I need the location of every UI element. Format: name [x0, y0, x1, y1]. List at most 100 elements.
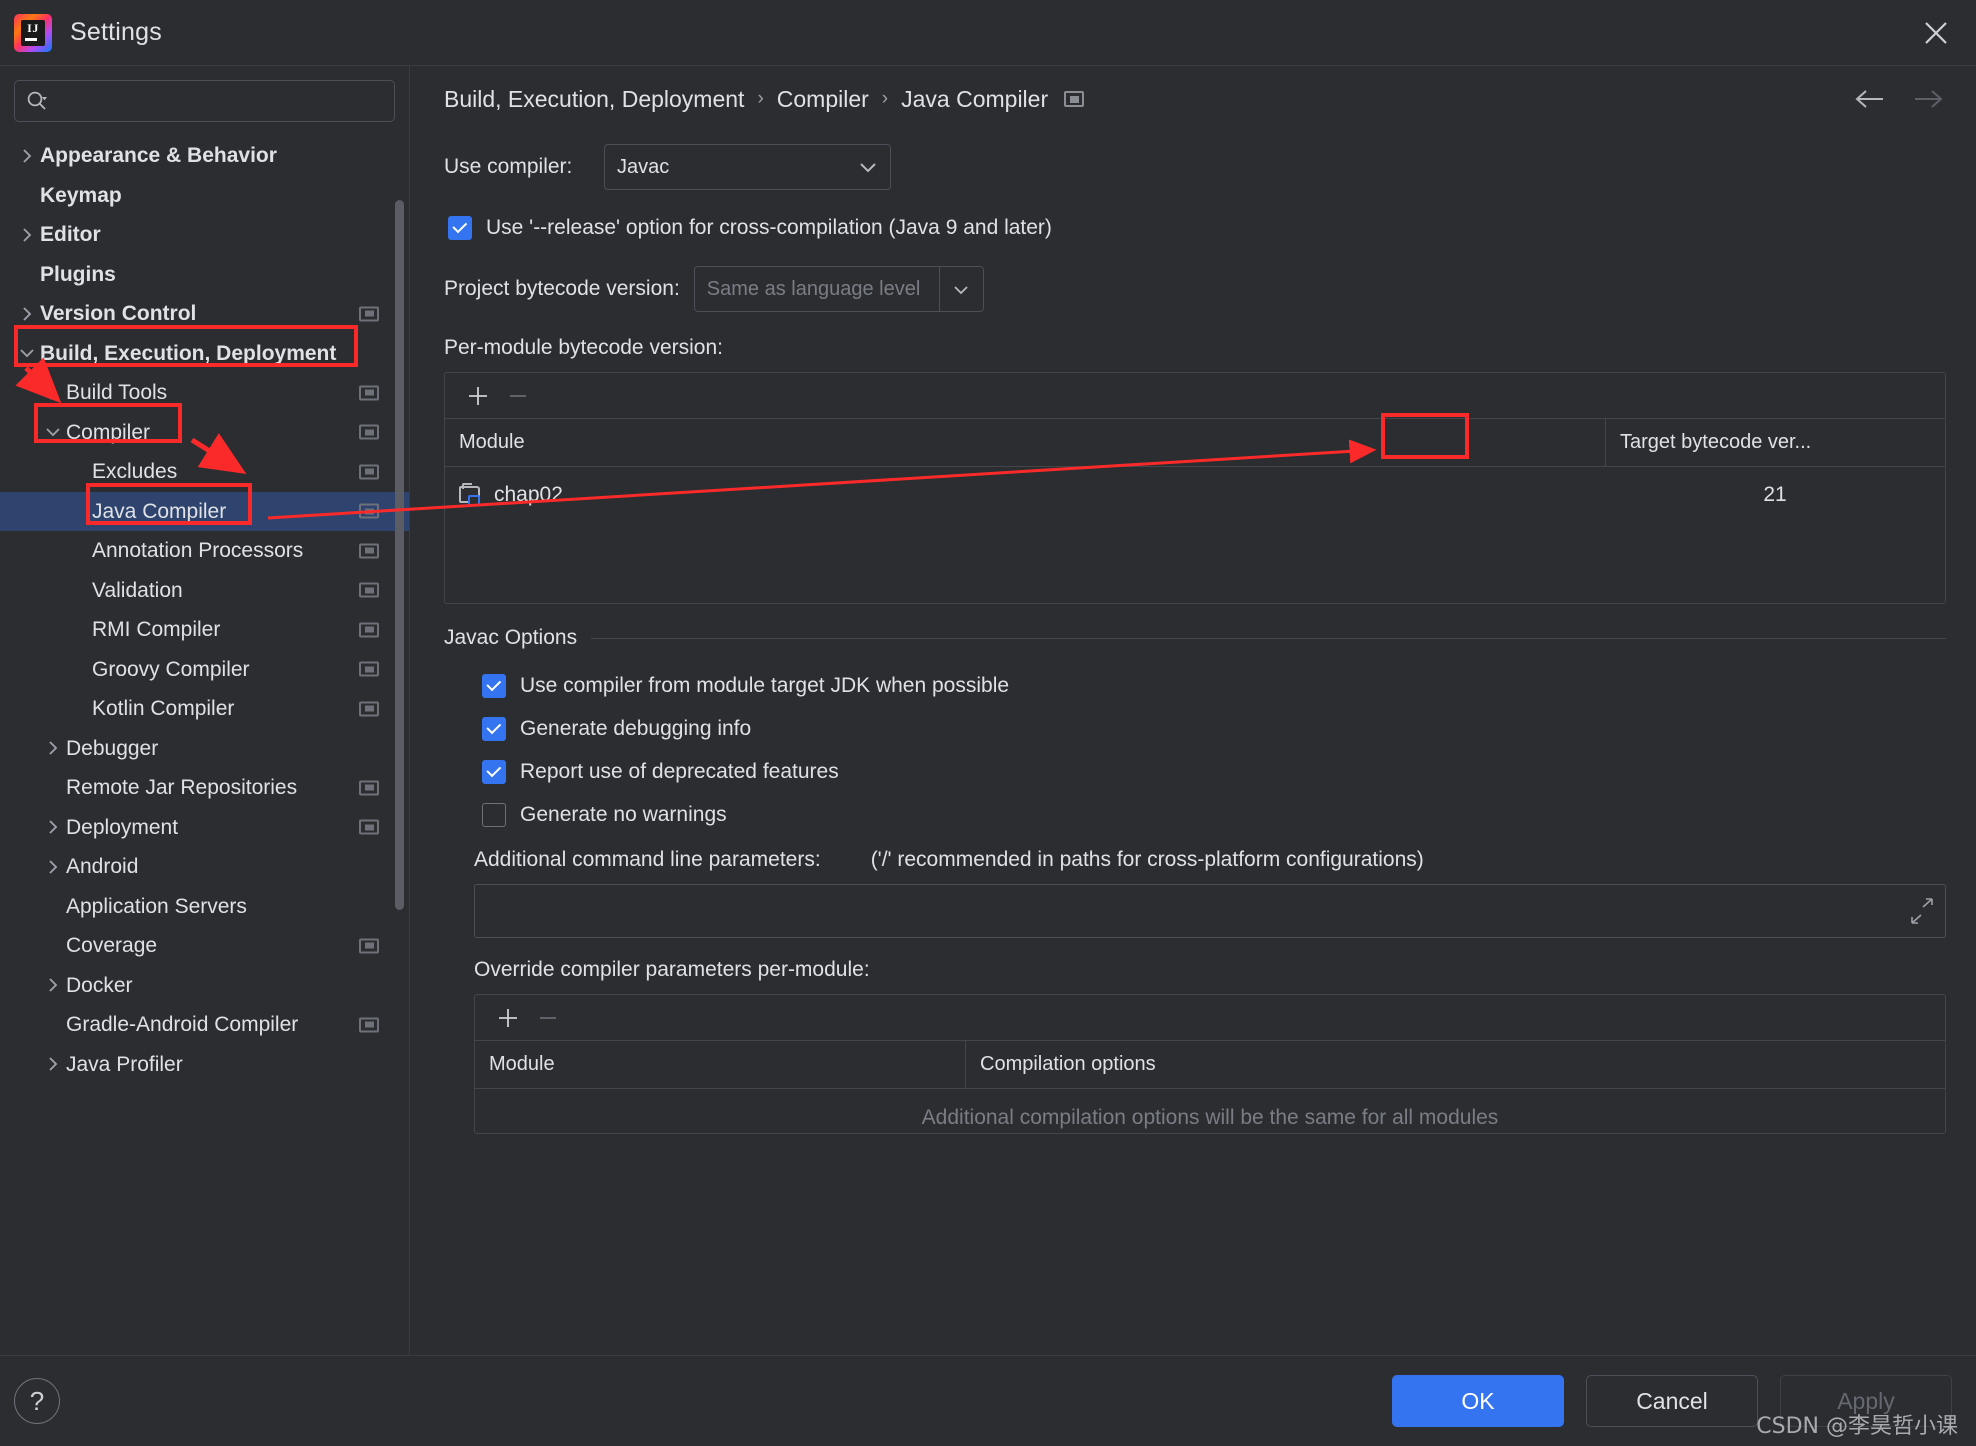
- per-module-table-header: Module Target bytecode ver...: [445, 419, 1945, 467]
- intellij-logo-icon: IJ: [14, 13, 52, 52]
- use-compiler-value: Javac: [617, 155, 670, 178]
- cancel-button[interactable]: Cancel: [1586, 1375, 1758, 1427]
- watermark: CSDN @李昊哲小课: [1756, 1414, 1958, 1439]
- breadcrumb: Build, Execution, Deployment › Compiler …: [410, 66, 1976, 132]
- plus-icon[interactable]: [461, 379, 495, 413]
- breadcrumb-item-0[interactable]: Build, Execution, Deployment: [444, 86, 744, 113]
- javac-options-title: Javac Options: [444, 626, 578, 649]
- sidebar-item-remote-jar-repositories[interactable]: Remote Jar Repositories: [0, 768, 409, 808]
- sidebar-item-coverage[interactable]: Coverage: [0, 926, 409, 966]
- chevron-right-icon[interactable]: [40, 384, 66, 402]
- chevron-right-icon[interactable]: [14, 305, 40, 323]
- expand-icon[interactable]: [1909, 896, 1935, 926]
- column-header-compilation-options[interactable]: Compilation options: [965, 1041, 1945, 1088]
- sidebar-item-android[interactable]: Android: [0, 847, 409, 887]
- sidebar-item-label: Excludes: [92, 460, 178, 484]
- sidebar-item-deployment[interactable]: Deployment: [0, 808, 409, 848]
- ok-button[interactable]: OK: [1392, 1375, 1564, 1427]
- project-scope-icon: [359, 701, 379, 717]
- column-header-module[interactable]: Module: [445, 419, 1605, 466]
- sidebar-item-gradle-android-compiler[interactable]: Gradle-Android Compiler: [0, 1005, 409, 1045]
- column-header-target-bytecode[interactable]: Target bytecode ver...: [1605, 419, 1945, 466]
- chevron-right-icon[interactable]: [40, 739, 66, 757]
- sidebar-item-version-control[interactable]: Version Control: [0, 294, 409, 334]
- arrow-right-icon[interactable]: [1912, 86, 1946, 112]
- logo-text: IJ: [27, 20, 39, 35]
- sidebar-item-label: Groovy Compiler: [92, 657, 250, 681]
- javac-option-label: Generate no warnings: [520, 802, 727, 826]
- release-option-row[interactable]: Use '--release' option for cross-compila…: [448, 216, 1946, 240]
- cell-target-bytecode[interactable]: 21: [1605, 467, 1945, 523]
- search-box[interactable]: [14, 80, 395, 122]
- sidebar-item-java-compiler[interactable]: Java Compiler: [0, 491, 409, 531]
- sidebar-item-build-tools[interactable]: Build Tools: [0, 373, 409, 413]
- javac-option-row[interactable]: Generate no warnings: [482, 793, 1946, 836]
- javac-option-label: Generate debugging info: [520, 716, 752, 740]
- breadcrumb-item-1[interactable]: Compiler: [777, 86, 869, 113]
- project-scope-icon: [359, 938, 379, 954]
- help-icon[interactable]: ?: [14, 1378, 60, 1424]
- override-table-header: Module Compilation options: [475, 1041, 1945, 1089]
- sidebar-scrollbar-thumb[interactable]: [395, 200, 404, 910]
- minus-icon[interactable]: [531, 1001, 565, 1035]
- chevron-right-icon[interactable]: [40, 976, 66, 994]
- javac-option-checkbox[interactable]: [482, 673, 506, 698]
- plus-icon[interactable]: [491, 1001, 525, 1035]
- sidebar-item-validation[interactable]: Validation: [0, 571, 409, 611]
- sidebar-item-kotlin-compiler[interactable]: Kotlin Compiler: [0, 689, 409, 729]
- sidebar-item-build-execution-deployment[interactable]: Build, Execution, Deployment: [0, 334, 409, 374]
- additional-params-input[interactable]: [474, 884, 1946, 938]
- sidebar-item-java-profiler[interactable]: Java Profiler: [0, 1045, 409, 1085]
- javac-option-checkbox[interactable]: [482, 716, 506, 741]
- project-bytecode-select[interactable]: Same as language level: [693, 266, 984, 312]
- sidebar-item-editor[interactable]: Editor: [0, 215, 409, 255]
- chevron-right-icon[interactable]: [40, 858, 66, 876]
- sidebar-item-label: Kotlin Compiler: [92, 697, 235, 721]
- sidebar-item-label: Java Compiler: [92, 499, 227, 523]
- project-scope-icon: [359, 622, 379, 638]
- breadcrumb-item-2: Java Compiler: [901, 85, 1049, 112]
- sidebar-item-annotation-processors[interactable]: Annotation Processors: [0, 531, 409, 571]
- arrow-left-icon[interactable]: [1852, 86, 1886, 112]
- minus-icon[interactable]: [501, 379, 535, 413]
- cell-module-label: chap02: [494, 483, 563, 506]
- search-container: [0, 66, 409, 132]
- project-scope-icon: [359, 1017, 379, 1033]
- javac-option-row[interactable]: Generate debugging info: [482, 707, 1946, 750]
- sidebar-item-docker[interactable]: Docker: [0, 966, 409, 1006]
- sidebar-item-label: RMI Compiler: [92, 618, 221, 642]
- use-compiler-select[interactable]: Javac: [604, 144, 891, 190]
- chevron-down-icon[interactable]: [14, 344, 40, 362]
- release-option-checkbox[interactable]: [448, 216, 472, 240]
- close-icon[interactable]: [1916, 13, 1956, 53]
- search-input[interactable]: [49, 91, 384, 111]
- sidebar-item-application-servers[interactable]: Application Servers: [0, 887, 409, 927]
- window-title: Settings: [70, 18, 162, 46]
- sidebar-item-label: Appearance & Behavior: [40, 144, 277, 168]
- javac-option-checkbox[interactable]: [482, 802, 506, 827]
- sidebar-item-keymap[interactable]: Keymap: [0, 176, 409, 216]
- sidebar-item-excludes[interactable]: Excludes: [0, 452, 409, 492]
- chevron-right-icon[interactable]: [40, 818, 66, 836]
- sidebar-item-label: Remote Jar Repositories: [66, 776, 298, 800]
- sidebar-item-plugins[interactable]: Plugins: [0, 255, 409, 295]
- javac-option-row[interactable]: Use compiler from module target JDK when…: [482, 664, 1946, 707]
- chevron-down-icon: [938, 267, 983, 311]
- chevron-right-icon[interactable]: [14, 147, 40, 165]
- table-row[interactable]: chap02 21: [445, 467, 1945, 523]
- sidebar-item-compiler[interactable]: Compiler: [0, 413, 409, 453]
- sidebar-item-debugger[interactable]: Debugger: [0, 729, 409, 769]
- sidebar-scrollbar[interactable]: [395, 76, 407, 1055]
- sidebar-item-rmi-compiler[interactable]: RMI Compiler: [0, 610, 409, 650]
- sidebar-item-groovy-compiler[interactable]: Groovy Compiler: [0, 650, 409, 690]
- sidebar-item-appearance-behavior[interactable]: Appearance & Behavior: [0, 136, 409, 176]
- column-header-module[interactable]: Module: [475, 1041, 965, 1088]
- chevron-right-icon[interactable]: [40, 1055, 66, 1073]
- release-option-label: Use '--release' option for cross-compila…: [486, 216, 1052, 239]
- chevron-down-icon[interactable]: [40, 423, 66, 441]
- breadcrumb-separator: ›: [757, 88, 764, 109]
- javac-option-row[interactable]: Report use of deprecated features: [482, 750, 1946, 793]
- javac-option-label: Report use of deprecated features: [520, 759, 839, 783]
- javac-option-checkbox[interactable]: [482, 759, 506, 784]
- chevron-right-icon[interactable]: [14, 226, 40, 244]
